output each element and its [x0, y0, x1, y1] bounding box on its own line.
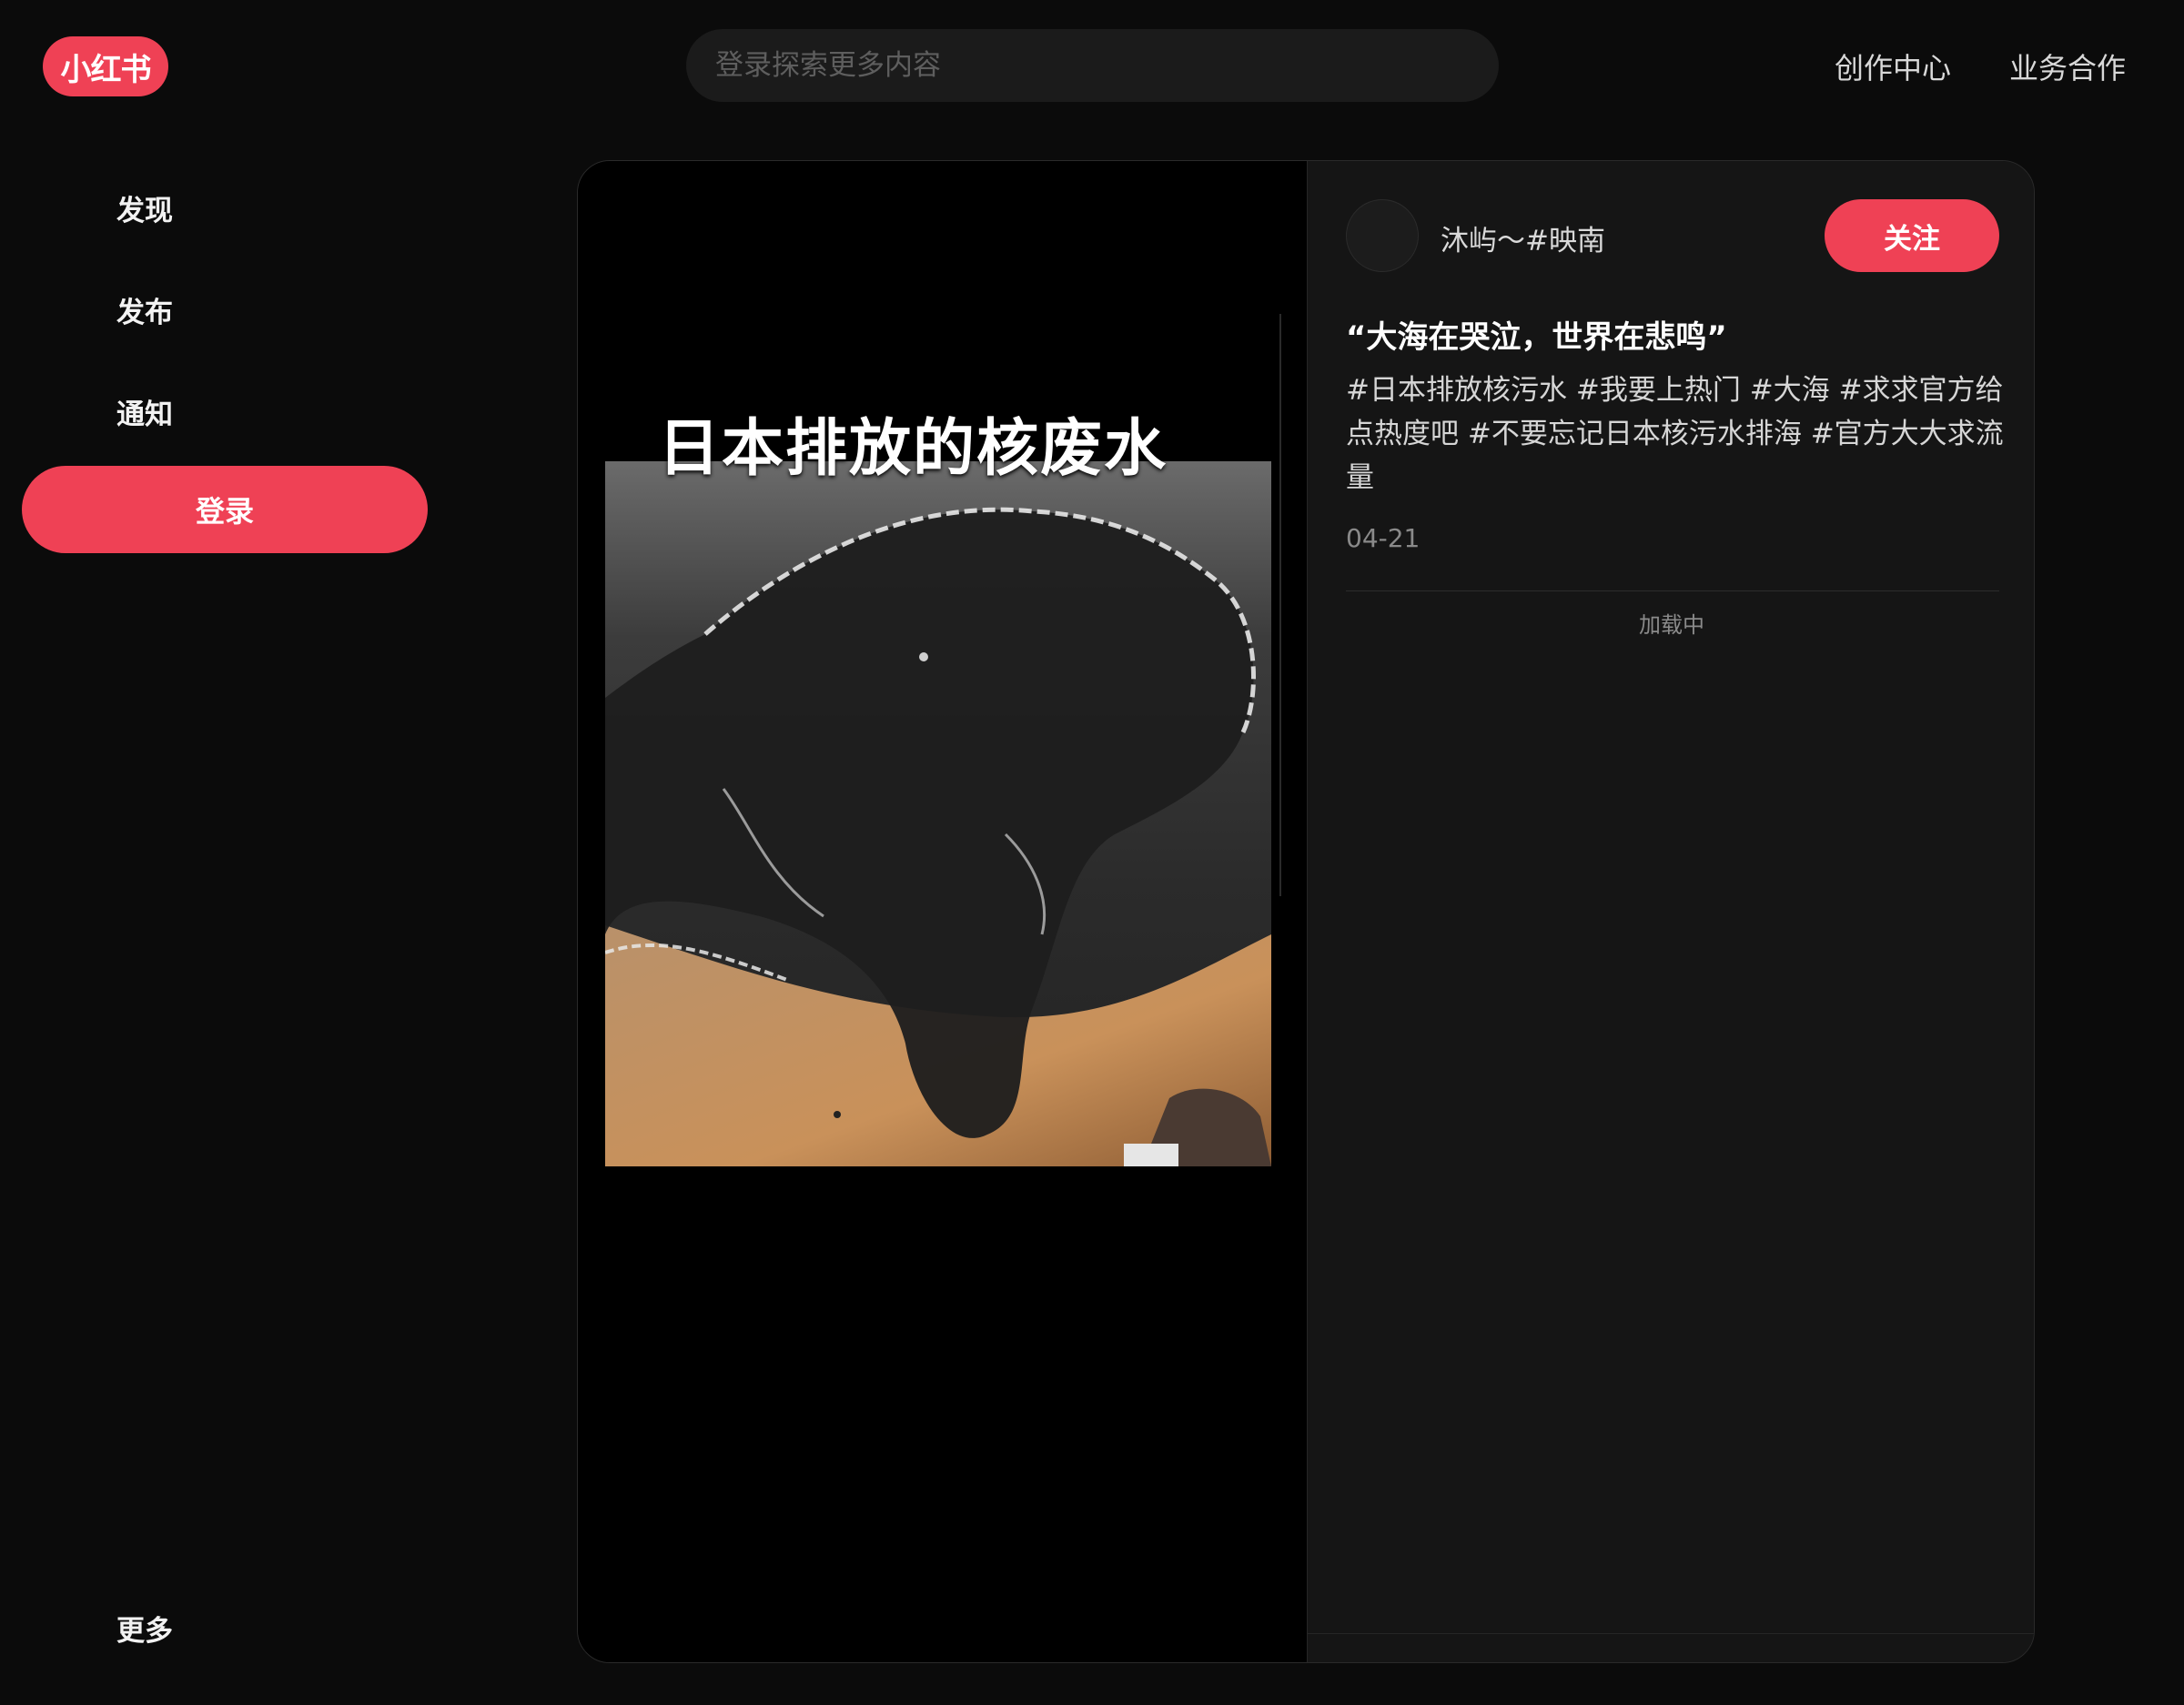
note-tags: #日本排放核污水 #我要上热门 #大海 #求求官方给点热度吧 #不要忘记日本核污…: [1346, 368, 2005, 499]
sidebar-item-publish[interactable]: 发布: [116, 289, 173, 330]
sidebar-item-notifications[interactable]: 通知: [116, 391, 173, 432]
note-title: “大海在哭泣，世界在悲鸣”: [1346, 319, 1727, 356]
hashtag-link[interactable]: #大海: [1750, 374, 1830, 407]
hashtag-link[interactable]: #我要上热门: [1576, 374, 1741, 407]
search-input[interactable]: [686, 29, 1499, 102]
comments-loading-status: 加载中: [1639, 612, 1704, 638]
divider: [1308, 1633, 2034, 1634]
sidebar-item-more[interactable]: 更多: [116, 1608, 173, 1649]
author-avatar[interactable]: [1346, 199, 1419, 272]
note-date: 04-21: [1346, 523, 1421, 553]
note-detail-card: 日本排放的核废水 沐屿～#映南 关注 “大海在哭泣，世界在悲鸣” #日本排放核污…: [577, 160, 2035, 1663]
hashtag-link[interactable]: #日本排放核污水: [1346, 374, 1567, 407]
brand-logo[interactable]: 小红书: [43, 36, 168, 96]
author-name[interactable]: 沐屿～#映南: [1441, 217, 1605, 258]
sidebar-item-discover[interactable]: 发现: [116, 187, 173, 228]
media-scrollbar[interactable]: [1279, 314, 1281, 896]
business-cooperation-link[interactable]: 业务合作: [2009, 45, 2126, 87]
video-overlay-caption: 日本排放的核废水: [658, 413, 1168, 485]
follow-button[interactable]: 关注: [1825, 199, 1999, 272]
note-detail-panel: 沐屿～#映南 关注 “大海在哭泣，世界在悲鸣” #日本排放核污水 #我要上热门 …: [1307, 161, 2034, 1662]
video-player[interactable]: 日本排放的核废水: [578, 161, 1307, 1662]
hashtag-link[interactable]: #不要忘记日本核污水排海: [1468, 418, 1802, 450]
creator-center-link[interactable]: 创作中心: [1835, 45, 1951, 87]
video-frame-image: [605, 461, 1271, 1166]
login-button[interactable]: 登录: [22, 466, 428, 553]
divider: [1346, 590, 1999, 591]
